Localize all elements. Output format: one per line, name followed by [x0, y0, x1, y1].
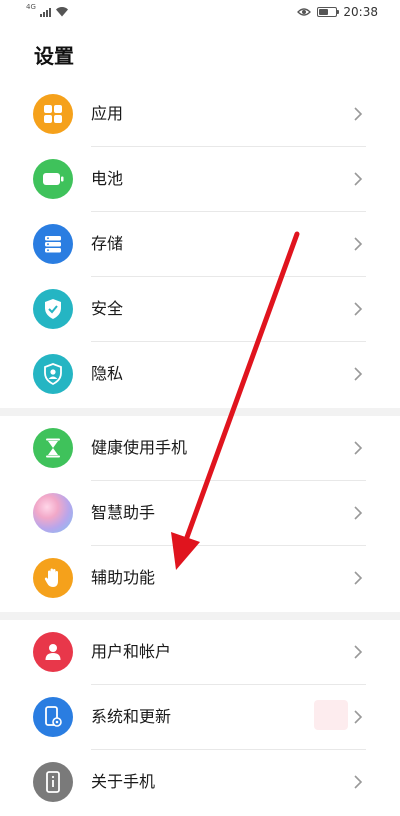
battery-icon — [33, 159, 73, 199]
chevron-right-icon — [354, 107, 363, 121]
settings-item-label: 用户和帐户 — [91, 642, 172, 661]
phone-info-icon — [33, 762, 73, 802]
clock: 20:38 — [343, 5, 378, 19]
hourglass-icon — [33, 428, 73, 468]
battery-level — [319, 9, 329, 15]
chevron-right-icon — [354, 775, 363, 789]
settings-item-security[interactable]: 安全 — [0, 277, 400, 342]
settings-item-about-phone[interactable]: 关于手机 — [0, 750, 400, 815]
settings-item-label: 隐私 — [91, 364, 124, 383]
settings-item-label: 系统和更新 — [91, 707, 172, 726]
background-artifact — [314, 700, 348, 730]
settings-item-storage[interactable]: 存储 — [0, 212, 400, 277]
settings-item-accessibility[interactable]: 辅助功能 — [0, 546, 400, 611]
apps-grid-icon — [33, 94, 73, 134]
chevron-right-icon — [354, 367, 363, 381]
status-left: 4G — [26, 3, 69, 17]
settings-item-label: 智慧助手 — [91, 503, 156, 522]
chevron-right-icon — [354, 645, 363, 659]
status-bar: 4G 20:38 — [0, 0, 400, 26]
privacy-shield-icon — [33, 354, 73, 394]
chevron-right-icon — [354, 172, 363, 186]
settings-item-apps[interactable]: 应用 — [0, 82, 400, 147]
settings-item-privacy[interactable]: 隐私 — [0, 342, 400, 407]
settings-item-label: 安全 — [91, 299, 124, 318]
chevron-right-icon — [354, 710, 363, 724]
settings-item-users-accounts[interactable]: 用户和帐户 — [0, 620, 400, 685]
chevron-right-icon — [354, 506, 363, 520]
wifi-icon — [55, 7, 68, 17]
network-type: 4G — [26, 3, 36, 11]
settings-item-label: 健康使用手机 — [91, 438, 188, 457]
page-title: 设置 — [34, 44, 74, 68]
settings-item-battery[interactable]: 电池 — [0, 147, 400, 212]
chevron-right-icon — [354, 237, 363, 251]
settings-item-label: 存储 — [91, 234, 124, 253]
settings-item-label: 应用 — [91, 104, 124, 123]
status-right: 20:38 — [297, 5, 378, 19]
settings-item-smart-assistant[interactable]: 智慧助手 — [0, 481, 400, 546]
shield-check-icon — [33, 289, 73, 329]
settings-item-label: 辅助功能 — [91, 568, 156, 587]
eye-icon — [297, 8, 312, 16]
system-update-icon — [33, 697, 73, 737]
chevron-right-icon — [354, 441, 363, 455]
battery-icon — [317, 7, 340, 17]
user-icon — [33, 632, 73, 672]
settings-group-2: 健康使用手机 智慧助手 辅助功能 — [0, 416, 400, 611]
hand-icon — [33, 558, 73, 598]
settings-group-1: 应用 电池 存储 安全 隐私 — [0, 82, 400, 407]
section-separator — [0, 408, 400, 416]
smart-assistant-icon — [33, 493, 73, 533]
chevron-right-icon — [354, 571, 363, 585]
chevron-right-icon — [354, 302, 363, 316]
settings-item-label: 关于手机 — [91, 772, 156, 791]
settings-item-label: 电池 — [91, 169, 124, 188]
settings-item-digital-balance[interactable]: 健康使用手机 — [0, 416, 400, 481]
section-separator — [0, 612, 400, 620]
signal-icon — [39, 7, 51, 17]
storage-icon — [33, 224, 73, 264]
